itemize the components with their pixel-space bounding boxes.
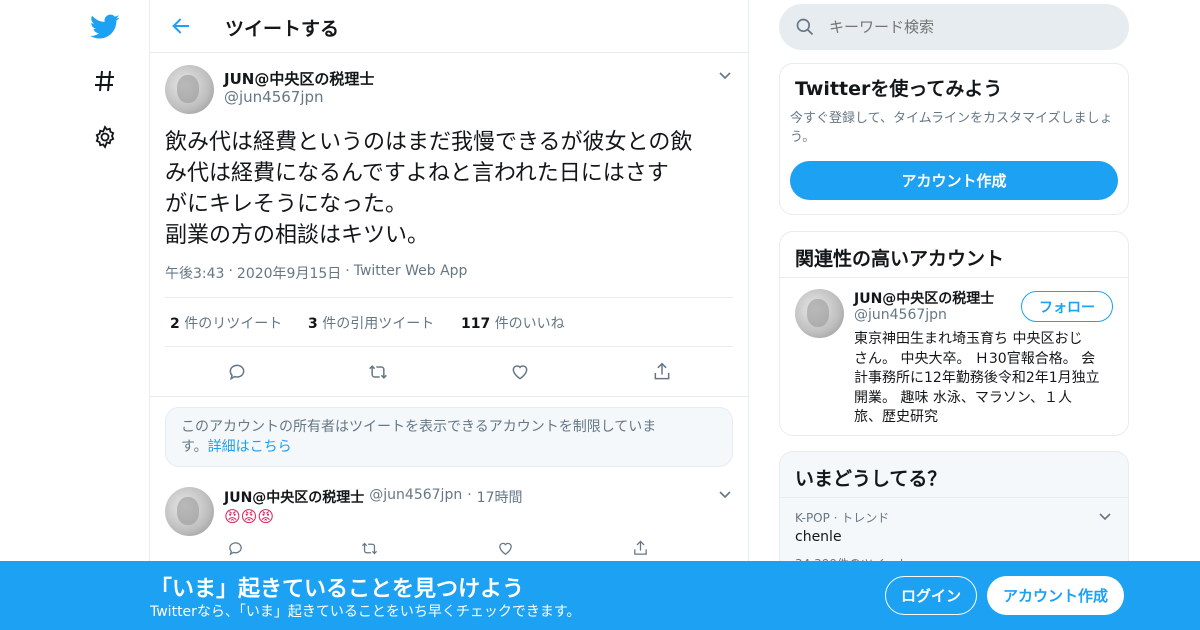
tweet-text-line: がにキレそうになった。	[165, 192, 408, 217]
retweet-icon[interactable]	[357, 536, 381, 560]
tweet-date[interactable]: 2020年9月15日	[237, 263, 341, 283]
divider	[780, 277, 1128, 278]
avatar[interactable]	[165, 65, 214, 114]
banner-signup-button[interactable]: アカウント作成	[987, 576, 1124, 615]
signup-card-title: Twitterを使ってみよう	[795, 78, 1003, 100]
related-name[interactable]: JUN@中央区の税理士	[854, 288, 994, 308]
tweet-text-line: み代は経費になるんですよねと言われた日にはさす	[165, 161, 669, 186]
share-icon[interactable]	[628, 536, 652, 560]
banner-subtitle: Twitterなら、「いま」起きていることをいち早くチェックできます。	[150, 604, 581, 620]
search-input[interactable]	[829, 16, 1109, 38]
settings-gear-icon[interactable]	[88, 120, 122, 154]
reply-time[interactable]: 17時間	[477, 487, 523, 507]
share-icon[interactable]	[650, 360, 674, 384]
chevron-down-icon[interactable]	[718, 487, 732, 506]
tweet-text-line: 副業の方の相談はキツい。	[165, 223, 430, 248]
trends-title: いまどうしてる？	[795, 468, 947, 490]
tweet-text: 飲み代は経費というのはまだ我慢できるが彼女との飲 み代は経費になるんですよねと言…	[165, 127, 740, 251]
chevron-down-icon[interactable]	[1098, 509, 1112, 528]
quote-count[interactable]: 3 件の引用ツイート	[308, 313, 434, 333]
login-button[interactable]: ログイン	[885, 576, 977, 615]
related-bio: 東京神田生まれ埼玉育ち 中央区おじ さん。 中央大卒。 Ｈ30官報合格。 会 計…	[854, 331, 1100, 425]
notice-text: このアカウントの所有者はツイートを表示できるアカウントを制限していま	[181, 419, 657, 435]
create-account-button[interactable]: アカウント作成	[790, 161, 1118, 200]
page-title: ツイートする	[225, 18, 340, 40]
reply-avatar[interactable]	[165, 487, 214, 536]
reply-emoji-text: 😡😡😡	[224, 507, 275, 526]
tweet-source[interactable]: Twitter Web App	[354, 263, 468, 283]
tweet-time[interactable]: 午後3:43	[165, 263, 224, 283]
tweet-stats: 2 件のリツイート 3 件の引用ツイート 117 件のいいね	[165, 297, 733, 347]
like-heart-icon[interactable]	[493, 536, 517, 560]
explore-hash-icon[interactable]	[88, 64, 122, 98]
trend-category: K-POP · トレンド	[795, 511, 890, 525]
learn-more-link[interactable]: 詳細はこちら	[208, 439, 292, 455]
retweet-count[interactable]: 2 件のリツイート	[170, 313, 282, 333]
divider	[780, 497, 1128, 498]
reply-icon[interactable]	[223, 536, 247, 560]
back-arrow-icon[interactable]	[170, 15, 192, 41]
tweet-meta: 午後3:43 · 2020年9月15日 · Twitter Web App	[165, 263, 468, 283]
twitter-logo-icon[interactable]	[88, 10, 122, 44]
main-column: ツイートする JUN@中央区の税理士 @jun4567jpn 飲み代は経費という…	[149, 0, 749, 630]
follow-button[interactable]: フォロー	[1021, 291, 1113, 322]
like-count[interactable]: 117 件のいいね	[461, 313, 565, 333]
reply-header: JUN@中央区の税理士 @jun4567jpn · 17時間	[224, 487, 523, 507]
like-heart-icon[interactable]	[508, 360, 532, 384]
chevron-down-icon[interactable]	[718, 68, 732, 87]
reply-author-name[interactable]: JUN@中央区の税理士	[224, 487, 364, 507]
banner-title: 「いま」起きていることを見つけよう	[150, 577, 525, 602]
tweet-author-handle[interactable]: @jun4567jpn	[224, 88, 324, 106]
signup-card: Twitterを使ってみよう 今すぐ登録して、タイムラインをカスタマイズしましょ…	[779, 63, 1129, 215]
retweet-icon[interactable]	[366, 360, 390, 384]
related-avatar[interactable]	[795, 289, 844, 338]
restricted-notice: このアカウントの所有者はツイートを表示できるアカウントを制限していま す。詳細は…	[165, 407, 733, 467]
search-icon	[795, 17, 815, 41]
divider	[150, 396, 748, 397]
related-accounts-card: 関連性の高いアカウント JUN@中央区の税理士 @jun4567jpn フォロー…	[779, 231, 1129, 436]
notice-text-end: す。	[181, 439, 208, 455]
tweet-author-name[interactable]: JUN@中央区の税理士	[224, 68, 374, 89]
search-box[interactable]	[779, 4, 1129, 50]
signup-banner: 「いま」起きていることを見つけよう Twitterなら、「いま」起きていることを…	[0, 561, 1200, 630]
tweet-text-line: 飲み代は経費というのはまだ我慢できるが彼女との飲	[165, 130, 693, 155]
trend-topic[interactable]: chenle	[795, 529, 842, 545]
related-title: 関連性の高いアカウント	[795, 248, 1005, 270]
reply-icon[interactable]	[225, 360, 249, 384]
page-header: ツイートする	[150, 0, 748, 53]
signup-card-desc: 今すぐ登録して、タイムラインをカスタマイズしましょ う。	[790, 111, 1113, 145]
related-handle[interactable]: @jun4567jpn	[854, 307, 947, 323]
reply-author-handle[interactable]: @jun4567jpn	[369, 487, 462, 507]
